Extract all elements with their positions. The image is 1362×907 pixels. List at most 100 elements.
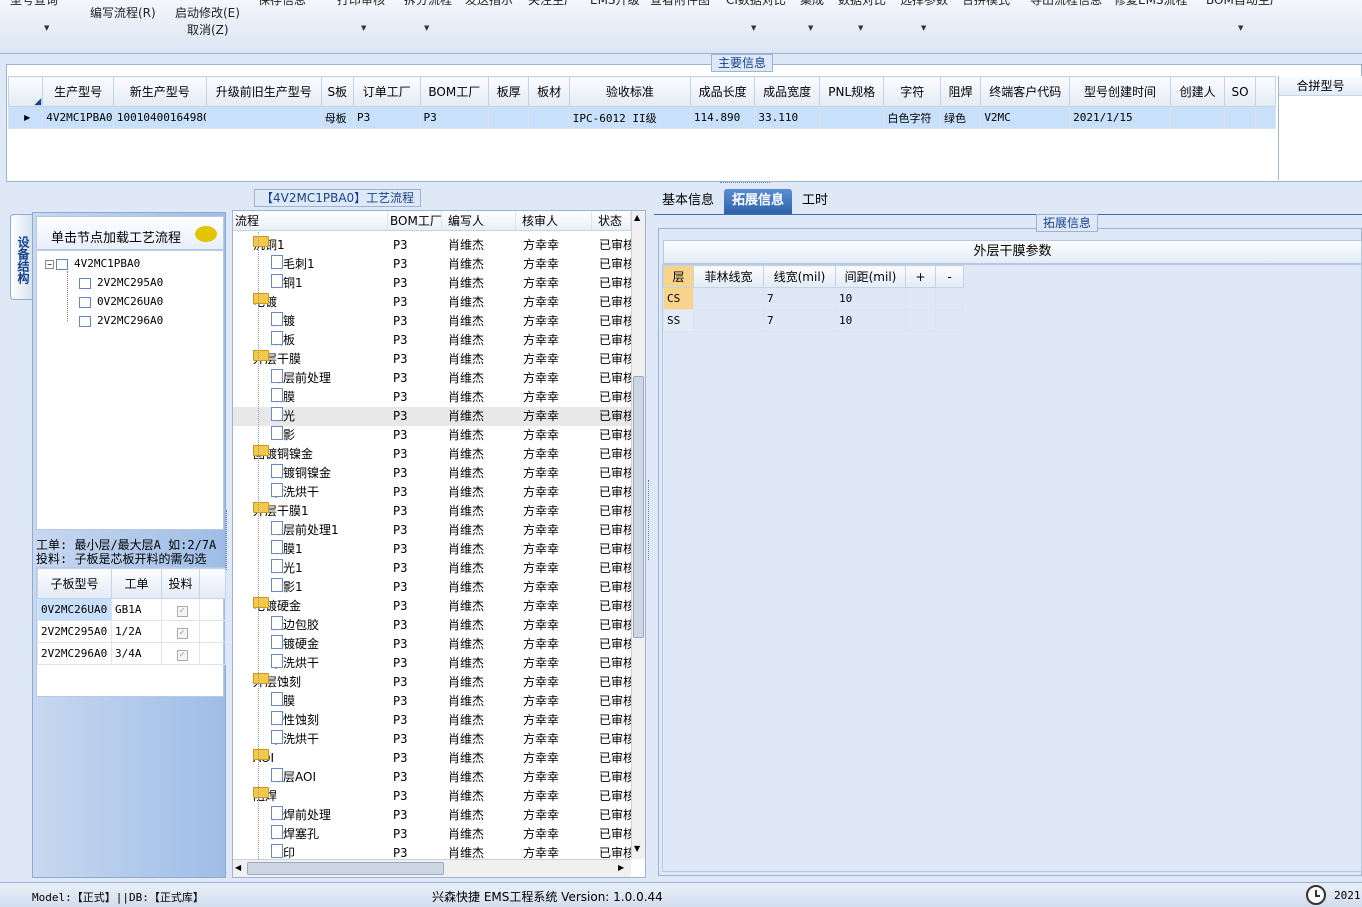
flow-status-cell[interactable]: 已审核 (599, 445, 631, 464)
flow-status-cell[interactable]: 已审核 (599, 844, 631, 859)
scroll-down-icon[interactable]: ▼ (634, 844, 640, 853)
flow-row[interactable]: 板边包胶 P3 肖维杰 方幸幸 已审核 (233, 616, 631, 635)
col-header-flow[interactable]: 流程 (233, 211, 388, 231)
flow-row[interactable]: −阻焊P3肖维杰方幸幸已审核 (233, 787, 631, 806)
flow-reviewer-cell[interactable]: 方幸幸 (523, 502, 593, 521)
flow-writer-cell[interactable]: 肖维杰 (448, 445, 518, 464)
flow-status-cell[interactable]: 已审核 (599, 559, 631, 578)
flow-writer-cell[interactable]: 肖维杰 (448, 369, 518, 388)
dropdown-arrow-icon[interactable]: ▼ (1238, 24, 1243, 32)
main-cell[interactable]: 33.110 (754, 106, 820, 129)
main-cell[interactable] (818, 106, 885, 129)
flow-writer-cell[interactable]: 肖维杰 (448, 312, 518, 331)
main-cell[interactable]: IPC-6012 II级 (568, 106, 691, 129)
flow-writer-cell[interactable]: 肖维杰 (448, 559, 518, 578)
dropdown-arrow-icon[interactable]: ▼ (361, 24, 366, 32)
flow-bom-cell[interactable]: P3 (393, 559, 443, 578)
flow-status-cell[interactable]: 已审核 (599, 274, 631, 293)
flow-reviewer-cell[interactable]: 方幸幸 (523, 578, 593, 597)
flow-reviewer-cell[interactable]: 方幸幸 (523, 616, 593, 635)
flow-reviewer-cell[interactable]: 方幸幸 (523, 825, 593, 844)
col-header-bom[interactable]: BOM工厂 (388, 211, 442, 231)
flow-reviewer-cell[interactable]: 方幸幸 (523, 236, 593, 255)
dropdown-arrow-icon[interactable]: ▼ (424, 24, 429, 32)
main-cell[interactable] (528, 106, 570, 129)
main-cell[interactable]: P3 (352, 106, 421, 129)
param-cell[interactable] (935, 309, 964, 332)
toolbar-item[interactable]: BOM自动生产 (1206, 0, 1282, 8)
flow-row[interactable]: 阻焊前处理 P3 肖维杰 方幸幸 已审核 (233, 806, 631, 825)
flow-bom-cell[interactable]: P3 (393, 597, 443, 616)
flow-writer-cell[interactable]: 肖维杰 (448, 407, 518, 426)
param-cell[interactable]: 10 (835, 309, 906, 332)
param-cell[interactable]: SS (663, 309, 694, 332)
flow-row[interactable]: 去毛刺1 P3 肖维杰 方幸幸 已审核 (233, 255, 631, 274)
flow-writer-cell[interactable]: 肖维杰 (448, 331, 518, 350)
flow-reviewer-cell[interactable]: 方幸幸 (523, 426, 593, 445)
flow-reviewer-cell[interactable]: 方幸幸 (523, 483, 593, 502)
flow-reviewer-cell[interactable]: 方幸幸 (523, 730, 593, 749)
flow-reviewer-cell[interactable]: 方幸幸 (523, 388, 593, 407)
flow-status-cell[interactable]: 已审核 (599, 293, 631, 312)
flow-writer-cell[interactable]: 肖维杰 (448, 350, 518, 369)
flow-writer-cell[interactable]: 肖维杰 (448, 768, 518, 787)
sub-board-row[interactable]: 2V2MC296A0 3/4A ✓ (37, 642, 226, 665)
param-cell[interactable]: 7 (763, 287, 836, 310)
flow-status-cell[interactable]: 已审核 (599, 502, 631, 521)
toolbar-item[interactable]: 合拼模式 (962, 0, 1010, 8)
col-header-writer[interactable]: 编写人 (442, 211, 516, 231)
flow-status-cell[interactable]: 已审核 (599, 635, 631, 654)
toolbar-item[interactable]: 查看附件图 (650, 0, 710, 8)
scroll-thumb[interactable] (247, 862, 444, 875)
flow-status-cell[interactable]: 已审核 (599, 255, 631, 274)
main-col-header[interactable]: 订单工厂 (352, 76, 421, 107)
main-col-header[interactable]: SO (1224, 76, 1256, 107)
flow-reviewer-cell[interactable]: 方幸幸 (523, 692, 593, 711)
main-col-header[interactable]: S板 (320, 76, 354, 107)
flow-bom-cell[interactable]: P3 (393, 616, 443, 635)
main-cell[interactable]: 2021/1/15 (1069, 106, 1171, 129)
main-col-header[interactable]: BOM工厂 (419, 76, 490, 107)
main-col-header[interactable]: 创建人 (1169, 76, 1226, 107)
flow-row[interactable]: −沉铜1P3肖维杰方幸幸已审核 (233, 236, 631, 255)
flow-reviewer-cell[interactable]: 方幸幸 (523, 635, 593, 654)
flow-writer-cell[interactable]: 肖维杰 (448, 426, 518, 445)
flow-status-cell[interactable]: 已审核 (599, 616, 631, 635)
toolbar-item[interactable]: 关注生产 (528, 0, 576, 8)
splitter-handle[interactable] (226, 510, 231, 570)
flow-status-cell[interactable]: 已审核 (599, 806, 631, 825)
sub-cell[interactable]: 2V2MC296A0 (37, 642, 112, 665)
dropdown-arrow-icon[interactable]: ▼ (921, 24, 926, 32)
flow-bom-cell[interactable]: P3 (393, 768, 443, 787)
sub-board-row[interactable]: 0V2MC26UA0 GB1A ✓ (37, 598, 226, 621)
main-cell[interactable]: P3 (419, 106, 490, 129)
flow-reviewer-cell[interactable]: 方幸幸 (523, 445, 593, 464)
flow-writer-cell[interactable]: 肖维杰 (448, 540, 518, 559)
toolbar-item[interactable]: 集成 (800, 0, 824, 8)
flow-writer-cell[interactable]: 肖维杰 (448, 730, 518, 749)
flow-reviewer-cell[interactable]: 方幸幸 (523, 350, 593, 369)
flow-row[interactable]: 曝光 P3 肖维杰 方幸幸 已审核 (233, 407, 631, 426)
main-col-header[interactable]: 成品长度 (689, 76, 756, 107)
main-cell[interactable]: 白色字符 (883, 106, 941, 129)
toolbar-item[interactable]: 打印审核 (337, 0, 385, 8)
flow-bom-cell[interactable]: P3 (393, 293, 443, 312)
flow-status-cell[interactable]: 已审核 (599, 426, 631, 445)
flow-status-cell[interactable]: 已审核 (599, 825, 631, 844)
main-col-header[interactable]: 新生产型号 (112, 76, 207, 107)
param-col-header[interactable]: + (905, 265, 936, 288)
main-col-header[interactable]: 生产型号 (42, 76, 114, 107)
flow-reviewer-cell[interactable]: 方幸幸 (523, 787, 593, 806)
flow-status-cell[interactable]: 已审核 (599, 369, 631, 388)
col-header-reviewer[interactable]: 核审人 (516, 211, 592, 231)
flow-row[interactable]: 显影1 P3 肖维杰 方幸幸 已审核 (233, 578, 631, 597)
tab-basic-info[interactable]: 基本信息 (656, 189, 720, 214)
flow-row[interactable]: 显影 P3 肖维杰 方幸幸 已审核 (233, 426, 631, 445)
main-col-header[interactable]: 验收标准 (568, 76, 691, 107)
flow-row[interactable]: −外层干膜P3肖维杰方幸幸已审核 (233, 350, 631, 369)
flow-writer-cell[interactable]: 肖维杰 (448, 616, 518, 635)
flow-bom-cell[interactable]: P3 (393, 540, 443, 559)
toolbar-item[interactable]: 发送指示 (465, 0, 513, 8)
flow-bom-cell[interactable]: P3 (393, 711, 443, 730)
flow-writer-cell[interactable]: 肖维杰 (448, 844, 518, 859)
